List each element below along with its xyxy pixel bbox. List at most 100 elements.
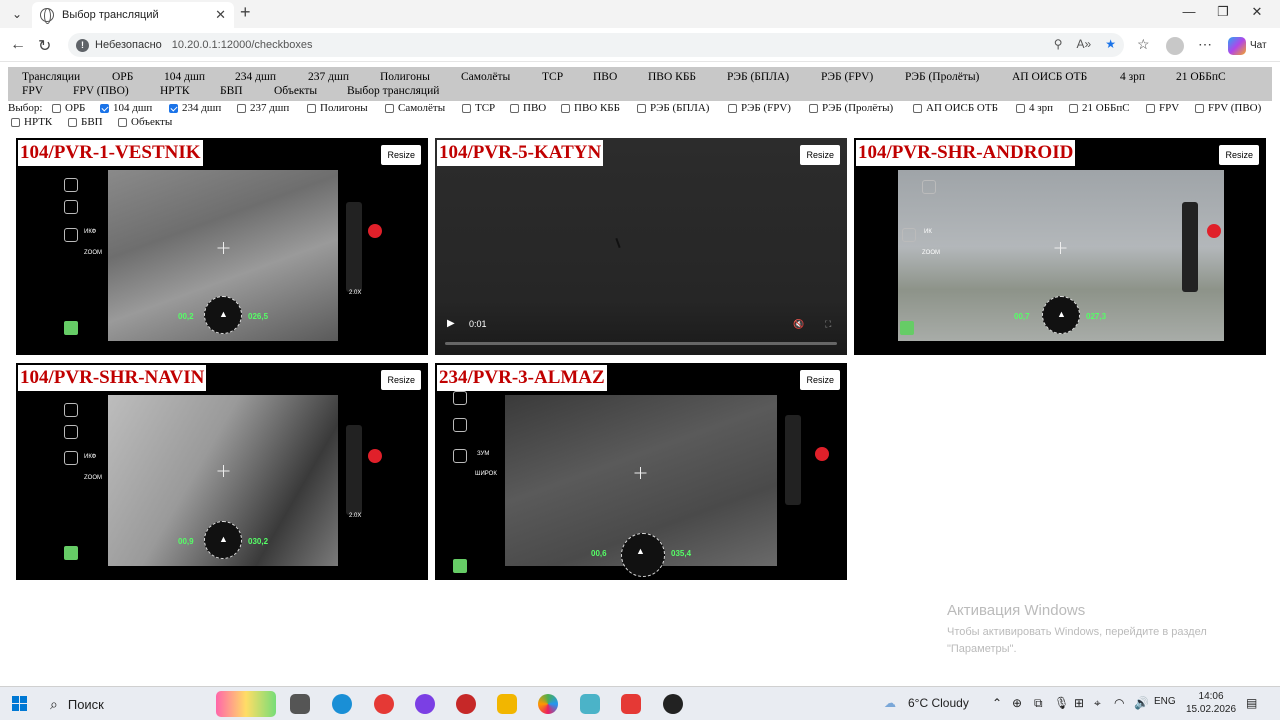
microphone-icon[interactable]: 🎙 [1054,696,1069,710]
menu-item[interactable]: ПВО КББ [648,71,696,83]
app-icon[interactable] [663,694,683,714]
task-view-icon[interactable] [290,694,310,714]
zoom-slider[interactable] [346,202,362,292]
mode-button[interactable]: ИК [924,229,932,235]
menu-item[interactable]: БВП [220,85,243,97]
new-tab-button[interactable]: + [240,2,251,23]
menu-item[interactable]: Самолёты [461,71,510,83]
mode-button[interactable]: ИКФ [84,229,96,235]
menu-item[interactable]: 237 дшп [308,71,349,83]
chat-label[interactable]: Чат [1250,40,1267,51]
warning-icon[interactable]: ! [76,38,89,52]
waypoint-icon[interactable] [453,391,467,405]
search-highlight-icon[interactable] [216,691,276,717]
record-icon[interactable] [368,449,382,463]
menu-item[interactable]: НРТК [160,85,190,97]
edge-icon[interactable] [332,694,352,714]
menu-item[interactable]: ТСР [542,71,563,83]
back-icon[interactable]: ← [10,36,26,54]
video-progress-bar[interactable] [445,342,837,345]
mode-button[interactable]: ЗУМ [477,451,489,457]
tray-app-icon[interactable]: ⧉ [1034,696,1043,711]
menu-item[interactable]: ПВО [593,71,617,83]
resize-button[interactable]: Resize [381,145,421,165]
browser-tab[interactable]: Выбор трансляций ✕ [32,2,234,28]
checkbox-option[interactable]: ПВО КББ [561,102,620,114]
checkbox-option[interactable]: БВП [68,116,103,128]
checkbox-option[interactable]: НРТК [11,116,52,128]
tab-list-button[interactable]: ⌄ [6,4,28,24]
location-icon[interactable]: ⌖ [1094,696,1101,711]
pin-icon[interactable] [922,180,936,194]
waypoint-icon[interactable] [64,178,78,192]
yandex-icon[interactable] [374,694,394,714]
pin-icon[interactable] [64,425,78,439]
menu-item[interactable]: Трансляции [22,71,80,83]
record-icon[interactable] [368,224,382,238]
minimize-button[interactable]: — [1174,4,1204,19]
checkbox-option[interactable]: ТСР [462,102,495,114]
wifi-icon[interactable]: ◠ [1114,696,1124,710]
favorites-icon[interactable]: ☆ [1137,36,1150,53]
zoom-slider[interactable] [785,415,801,505]
map-icon[interactable] [453,559,467,573]
checkbox-option[interactable]: 234 дшп [169,102,221,114]
tab-close-button[interactable]: ✕ [215,7,226,23]
zoom-button[interactable]: ZOOM [84,475,102,481]
weather-icon[interactable]: ☁ [884,696,896,710]
tray-app-icon[interactable]: ⊕ [1012,696,1022,710]
weather-text[interactable]: 6°C Cloudy [908,696,969,710]
triangle-icon[interactable] [64,228,78,242]
map-icon[interactable] [64,321,78,335]
triangle-icon[interactable] [64,451,78,465]
zoom-button[interactable]: ШИРОК [475,471,497,477]
play-icon[interactable]: ▶ [447,318,455,329]
checkbox-option[interactable]: 21 ОББпС [1069,102,1130,114]
checkbox-option[interactable]: 237 дшп [237,102,289,114]
pin-icon[interactable] [453,418,467,432]
triangle-icon[interactable] [453,449,467,463]
close-window-button[interactable]: ✕ [1242,4,1272,20]
more-menu-icon[interactable]: ⋯ [1198,36,1212,53]
mode-button[interactable]: ИКФ [84,454,96,460]
pin-icon[interactable] [64,200,78,214]
resize-button[interactable]: Resize [381,370,421,390]
zoom-slider[interactable] [1182,202,1198,292]
menu-item[interactable]: РЭБ (FPV) [821,71,873,83]
mute-icon[interactable]: 🔇 [793,319,804,330]
url-bar[interactable]: ! Небезопасно 10.20.0.1:12000/checkboxes… [68,33,1124,57]
notifications-icon[interactable]: ▤ [1246,696,1257,710]
favorite-star-icon[interactable]: ★ [1105,37,1116,51]
checkbox-option[interactable]: FPV (ПВО) [1195,102,1261,114]
zoom-button[interactable]: ZOOM [84,250,102,256]
fullscreen-icon[interactable]: ⛶ [825,319,831,330]
checkbox-option[interactable]: ПВО [510,102,546,114]
map-icon[interactable] [900,321,914,335]
checkbox-option[interactable]: РЭБ (Пролёты) [809,102,893,114]
checkbox-option[interactable]: Полигоны [307,102,368,114]
resize-button[interactable]: Resize [800,145,840,165]
zoom-icon[interactable]: ⚲ [1054,37,1063,51]
checkbox-option[interactable]: 4 зрп [1016,102,1053,114]
menu-item[interactable]: ОРБ [112,71,133,83]
checkbox-option[interactable]: РЭБ (БПЛА) [637,102,709,114]
menu-item[interactable]: АП ОИСБ ОТБ [1012,71,1087,83]
stream-tile[interactable]: 104/PVR-5-KATYN Resize ▶ 0:01 🔇 ⛶ [435,138,847,355]
checkbox-option[interactable]: FPV [1146,102,1179,114]
checkbox-option[interactable]: АП ОИСБ ОТБ [913,102,998,114]
checkbox-option[interactable]: РЭБ (FPV) [728,102,791,114]
map-icon[interactable] [64,546,78,560]
menu-item[interactable]: 234 дшп [235,71,276,83]
tray-app-icon[interactable]: ⊞ [1074,696,1084,710]
reload-icon[interactable]: ↻ [38,36,51,56]
language-indicator[interactable]: ENG [1154,696,1176,707]
resize-button[interactable]: Resize [1219,145,1259,165]
stream-tile[interactable]: 104/PVR-1-VESTNIK Resize ИКФ ZOOM 2.0X 0… [16,138,428,355]
stream-tile[interactable]: 104/PVR-SHR-ANDROID Resize ИК ZOOM 00,7 … [854,138,1266,355]
menu-item[interactable]: Выбор трансляций [347,85,439,97]
menu-item[interactable]: РЭБ (БПЛА) [727,71,789,83]
file-explorer-icon[interactable] [497,694,517,714]
menu-item[interactable]: РЭБ (Пролёты) [905,71,979,83]
waypoint-icon[interactable] [64,403,78,417]
maximize-button[interactable]: ❐ [1208,4,1238,20]
